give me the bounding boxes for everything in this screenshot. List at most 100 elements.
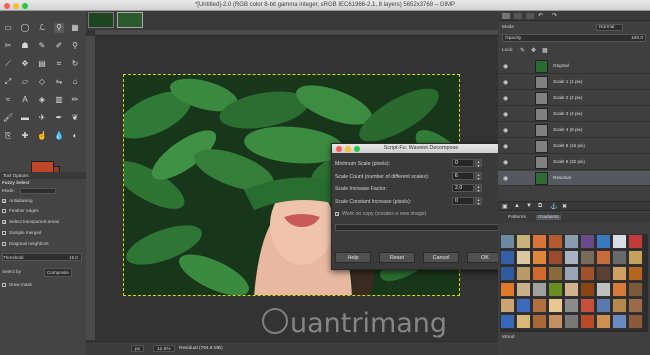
warp-icon[interactable]: ≈ [3, 95, 13, 105]
work-on-copy-checkbox[interactable]: ✕ [335, 211, 339, 216]
pattern-swatch[interactable] [548, 266, 563, 281]
pattern-swatch[interactable] [500, 234, 515, 249]
pattern-swatch[interactable] [612, 314, 627, 329]
dialog-minimize-icon[interactable] [345, 145, 351, 152]
image-tab-thumbnail-active[interactable] [117, 12, 143, 28]
delete-layer-icon[interactable]: ✖ [562, 203, 567, 210]
tool-options-tab[interactable]: Tool Options [0, 172, 86, 179]
checkbox-unchecked[interactable] [2, 282, 6, 287]
pattern-swatch[interactable] [612, 266, 627, 281]
pattern-swatch[interactable] [596, 314, 611, 329]
scale-constant-stepper[interactable]: ▴ ▾ [475, 197, 482, 205]
blend-icon[interactable]: ▥ [54, 95, 64, 105]
work-on-copy-option[interactable]: ✕ Work on copy (creates a new image) [335, 211, 426, 217]
smudge-icon[interactable]: ☝ [37, 131, 47, 141]
pattern-swatch[interactable] [564, 282, 579, 297]
feather-option[interactable]: Feather edges [2, 207, 84, 215]
scale-factor-stepper[interactable]: ▴ ▾ [475, 184, 482, 192]
clone-icon[interactable]: ⎘ [3, 131, 13, 141]
pattern-swatch[interactable] [548, 314, 563, 329]
free-select-icon[interactable]: ℒ [37, 23, 47, 33]
reset-button[interactable]: Reset [379, 252, 415, 263]
checkbox-checked[interactable]: ✕ [2, 219, 6, 224]
dialog-close-icon[interactable] [336, 145, 342, 152]
pattern-swatch[interactable] [548, 298, 563, 313]
fuzzy-select-icon[interactable]: ⚲ [54, 23, 64, 33]
pattern-swatch[interactable] [516, 234, 531, 249]
mode-selector[interactable] [20, 187, 57, 194]
pattern-swatch[interactable] [548, 234, 563, 249]
lock-pixels-icon[interactable]: ✎ [520, 47, 525, 54]
cancel-button[interactable]: Cancel [423, 252, 459, 263]
eraser-icon[interactable]: ▬ [20, 113, 30, 123]
dodge-burn-icon[interactable]: ◐ [70, 131, 80, 141]
pattern-swatch[interactable] [628, 298, 643, 313]
text-tool-icon[interactable]: A [20, 95, 30, 105]
pattern-swatch[interactable] [564, 298, 579, 313]
checkbox-checked[interactable]: ✕ [2, 198, 6, 203]
pattern-swatch[interactable] [548, 250, 563, 265]
layer-row[interactable]: ◉ Scale 2 (2 pix) [498, 91, 650, 106]
checkbox-unchecked[interactable] [2, 208, 6, 213]
pattern-swatch[interactable] [628, 234, 643, 249]
mypaint-brush-icon[interactable]: ❦ [70, 113, 80, 123]
lock-alpha-icon[interactable]: ▦ [542, 47, 548, 54]
layer-row[interactable]: ◉ Scale 1 (1 pix) [498, 75, 650, 90]
zoom-tool-icon[interactable]: ⚲ [70, 41, 80, 51]
pattern-swatch[interactable] [612, 282, 627, 297]
min-scale-stepper[interactable]: ▴ ▾ [475, 159, 482, 167]
scale-icon[interactable]: ⤢ [3, 77, 13, 87]
anchor-layer-icon[interactable]: ⚓ [550, 203, 557, 210]
channels-tab-icon[interactable] [514, 13, 522, 19]
scale-count-stepper[interactable]: ▴ ▾ [475, 172, 482, 180]
scissors-icon[interactable]: ✂ [3, 41, 13, 51]
layer-row-selected[interactable]: ◉ Residual [498, 171, 650, 186]
layer-row[interactable]: ◉ Original [498, 59, 650, 74]
help-button[interactable]: Help [335, 252, 371, 263]
history-tab-icon[interactable]: ↷ [552, 12, 557, 19]
pattern-swatch[interactable] [516, 250, 531, 265]
visibility-eye-icon[interactable]: ◉ [503, 111, 508, 118]
gradients-tab[interactable]: Gradients [536, 215, 561, 220]
lower-layer-icon[interactable]: ▼ [526, 203, 532, 209]
visibility-eye-icon[interactable]: ◉ [503, 63, 508, 70]
scale-constant-input[interactable]: 0 [452, 197, 474, 205]
pattern-swatch[interactable] [564, 314, 579, 329]
zoom-dropdown[interactable]: 12.5% [153, 345, 175, 352]
color-select-icon[interactable]: ▦ [70, 23, 80, 33]
select-by-dropdown[interactable]: Composite [44, 268, 72, 277]
patterns-tab[interactable]: Patterns [508, 215, 526, 220]
checkbox-unchecked[interactable] [2, 241, 6, 246]
pattern-swatch[interactable] [596, 234, 611, 249]
pattern-swatch[interactable] [548, 282, 563, 297]
pattern-swatch[interactable] [500, 266, 515, 281]
pattern-swatch[interactable] [596, 298, 611, 313]
visibility-eye-icon[interactable]: ◉ [503, 127, 508, 134]
dialog-zoom-icon[interactable] [354, 145, 360, 152]
bucket-fill-icon[interactable]: ◈ [37, 95, 47, 105]
pattern-swatch[interactable] [580, 298, 595, 313]
pattern-swatch[interactable] [580, 266, 595, 281]
raise-layer-icon[interactable]: ▲ [514, 203, 520, 209]
image-tab-thumbnail[interactable] [88, 12, 114, 28]
layer-mode-dropdown[interactable]: Normal [596, 24, 624, 31]
crop-icon[interactable]: ⌗ [54, 59, 64, 69]
antialiasing-option[interactable]: ✕ Antialiasing [2, 197, 84, 205]
ink-icon[interactable]: ✒ [54, 113, 64, 123]
paths-tab-icon[interactable] [526, 13, 534, 19]
paintbrush-icon[interactable]: 🖌 [3, 113, 13, 123]
ellipse-select-icon[interactable]: ◯ [20, 23, 30, 33]
threshold-slider[interactable]: Threshold 15.0 [2, 253, 82, 261]
pattern-swatch[interactable] [580, 234, 595, 249]
pattern-swatch[interactable] [516, 266, 531, 281]
new-layer-icon[interactable]: ▣ [502, 203, 508, 210]
layer-row[interactable]: ◉ Scale 3 (4 pix) [498, 107, 650, 122]
pattern-swatch[interactable] [500, 282, 515, 297]
undo-tab-icon[interactable]: ↶ [538, 12, 543, 19]
align-icon[interactable]: ▤ [37, 59, 47, 69]
pattern-swatch[interactable] [532, 282, 547, 297]
visibility-eye-icon[interactable]: ◉ [503, 79, 508, 86]
checkbox-unchecked[interactable] [2, 230, 6, 235]
move-icon[interactable]: ✥ [20, 59, 30, 69]
scale-factor-input[interactable]: 2.0 [452, 184, 474, 192]
